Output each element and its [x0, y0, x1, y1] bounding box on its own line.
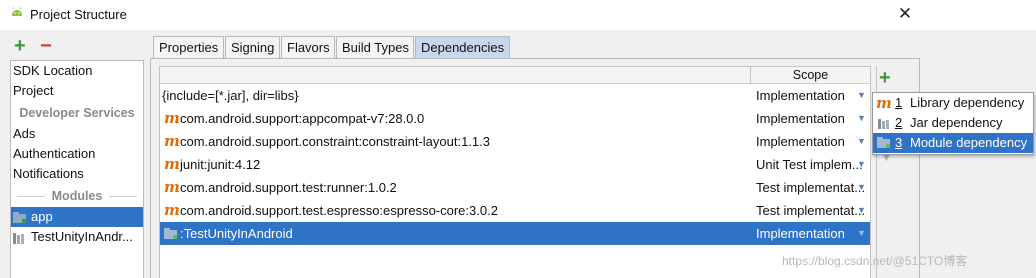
- add-module-button[interactable]: +: [14, 36, 26, 56]
- chevron-down-icon[interactable]: ▼: [857, 199, 866, 222]
- maven-icon: m: [164, 155, 180, 173]
- maven-icon: m: [164, 201, 180, 219]
- library-module-icon: [13, 232, 24, 244]
- sidebar-item-sdk-location[interactable]: SDK Location: [13, 61, 93, 81]
- module-icon: [164, 228, 177, 239]
- table-row[interactable]: m com.android.support.test.espresso:espr…: [160, 199, 870, 222]
- remove-module-button[interactable]: −: [40, 36, 52, 56]
- column-header-scope[interactable]: Scope: [751, 67, 870, 84]
- chevron-down-icon[interactable]: ▼: [857, 84, 866, 107]
- scope-value[interactable]: Test implementat...: [756, 199, 866, 222]
- menu-item-module-dependency[interactable]: 3 Module dependency: [873, 133, 1033, 153]
- table-row[interactable]: m junit:junit:4.12 Unit Test implem... ▼: [160, 153, 870, 176]
- jar-icon: [878, 119, 889, 129]
- add-dependency-button[interactable]: +: [879, 68, 891, 88]
- table-row[interactable]: m com.android.support.constraint:constra…: [160, 130, 870, 153]
- scope-value[interactable]: Implementation: [756, 130, 866, 153]
- watermark: https://blog.csdn.net/@51CTO博客: [782, 254, 968, 268]
- table-row[interactable]: m com.android.support:appcompat-v7:28.0.…: [160, 107, 870, 130]
- sidebar-item-authentication[interactable]: Authentication: [13, 144, 95, 164]
- sidebar-item-project[interactable]: Project: [13, 81, 53, 101]
- chevron-down-icon[interactable]: ▼: [857, 222, 866, 245]
- sidebar-item-ads[interactable]: Ads: [13, 124, 35, 144]
- scope-value[interactable]: Implementation: [756, 84, 866, 107]
- sidebar-item-label: app: [31, 209, 53, 224]
- sidebar-item-app[interactable]: app: [11, 207, 143, 227]
- maven-icon: m: [164, 109, 180, 127]
- tab-properties[interactable]: Properties: [153, 36, 224, 58]
- dependencies-table: Scope {include=[*.jar], dir=libs} Implem…: [159, 66, 871, 278]
- tab-flavors[interactable]: Flavors: [281, 36, 335, 58]
- sidebar-item-label: TestUnityInAndr...: [31, 229, 133, 244]
- chevron-down-icon[interactable]: ▼: [857, 107, 866, 130]
- android-icon: [12, 7, 22, 16]
- scope-value[interactable]: Unit Test implem...: [756, 153, 866, 176]
- title-bar: Project Structure ✕: [0, 0, 1036, 30]
- module-icon: [13, 211, 26, 223]
- window-title: Project Structure: [30, 7, 127, 22]
- dependency-name: com.android.support.constraint:constrain…: [180, 134, 491, 149]
- menu-item-library-dependency[interactable]: m 1 Library dependency: [873, 93, 1033, 113]
- tab-dependencies[interactable]: Dependencies: [415, 36, 510, 58]
- table-row[interactable]: {include=[*.jar], dir=libs} Implementati…: [160, 84, 870, 107]
- table-header: Scope: [160, 67, 870, 84]
- chevron-down-icon[interactable]: ▼: [857, 130, 866, 153]
- dependency-name: {include=[*.jar], dir=libs}: [162, 88, 299, 103]
- dependency-name: junit:junit:4.12: [180, 157, 261, 172]
- maven-icon: m: [876, 94, 892, 112]
- maven-icon: m: [164, 178, 180, 196]
- scope-value[interactable]: Test implementat...: [756, 176, 866, 199]
- dependency-name: com.android.support.test:runner:1.0.2: [180, 180, 397, 195]
- table-row[interactable]: m com.android.support.test:runner:1.0.2 …: [160, 176, 870, 199]
- close-icon[interactable]: ✕: [891, 2, 919, 26]
- add-dependency-menu: m 1 Library dependency 2 Jar dependency …: [872, 92, 1034, 155]
- module-icon: [877, 137, 890, 148]
- sidebar-header-developer-services: Developer Services: [19, 106, 135, 120]
- sidebar: SDK Location Project Developer Services …: [10, 60, 144, 278]
- sidebar-item-testunity[interactable]: TestUnityInAndr...: [13, 227, 133, 247]
- tab-signing[interactable]: Signing: [225, 36, 280, 58]
- chevron-down-icon[interactable]: ▼: [857, 176, 866, 199]
- chevron-down-icon[interactable]: ▼: [857, 153, 866, 176]
- dependency-name: com.android.support.test.espresso:espres…: [180, 203, 498, 218]
- dependency-name: :TestUnityInAndroid: [180, 226, 293, 241]
- maven-icon: m: [164, 132, 180, 150]
- sidebar-header-modules: Modules: [11, 186, 143, 206]
- menu-item-jar-dependency[interactable]: 2 Jar dependency: [873, 113, 1033, 133]
- dependency-name: com.android.support:appcompat-v7:28.0.0: [180, 111, 425, 126]
- scope-value[interactable]: Implementation: [756, 222, 866, 245]
- scope-value[interactable]: Implementation: [756, 107, 866, 130]
- tab-build-types[interactable]: Build Types: [336, 36, 414, 58]
- sidebar-item-notifications[interactable]: Notifications: [13, 164, 84, 184]
- table-row-selected[interactable]: :TestUnityInAndroid Implementation ▼: [160, 222, 870, 245]
